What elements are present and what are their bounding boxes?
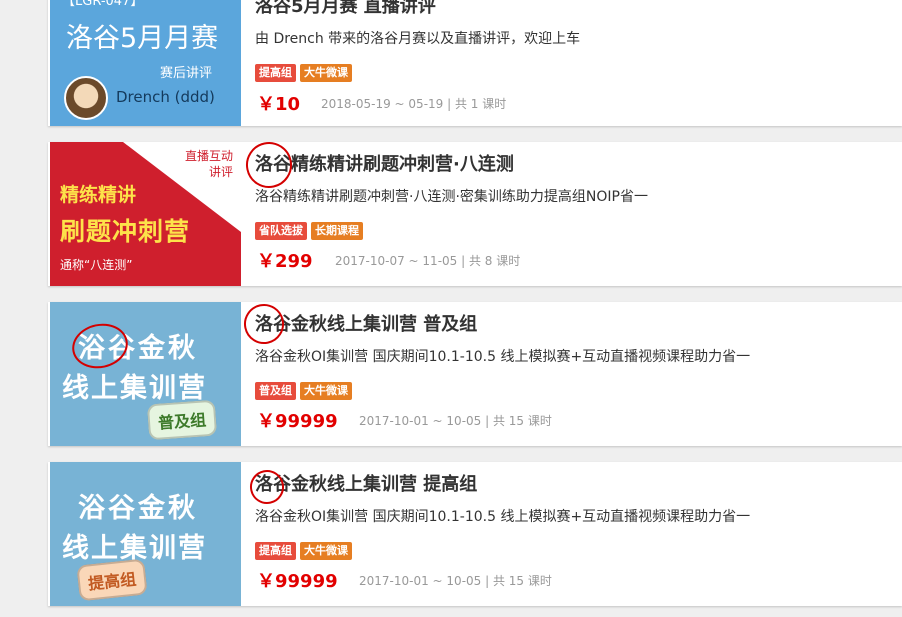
course-card[interactable]: 浴谷金秋 线上集训营 提高组 洛谷金秋线上集训营 提高组 洛谷金秋OI集训营 国… (48, 462, 902, 606)
tag[interactable]: 提高组 (255, 542, 296, 560)
course-description: 洛谷精练精讲刷题冲刺营·八连测·密集训练助力提高组NOIP省一 (255, 189, 648, 205)
tag[interactable]: 普及组 (255, 382, 296, 400)
course-price: ￥10 (257, 94, 301, 115)
course-description: 洛谷金秋OI集训营 国庆期间10.1-10.5 线上模拟赛+互动直播视频课程助力… (255, 349, 751, 365)
course-thumbnail[interactable]: 浴谷金秋 线上集训营 普及组 (50, 302, 241, 446)
thumbnail-line-3: 通称“八连测” (60, 258, 133, 272)
tag[interactable]: 长期课程 (311, 222, 363, 240)
course-info: 洛谷5月月赛 直播讲评 由 Drench 带来的洛谷月赛以及直播讲评，欢迎上车 … (255, 0, 902, 126)
thumbnail-subtitle: 赛后讲评 (160, 66, 213, 81)
course-thumbnail[interactable]: 浴谷金秋 线上集训营 提高组 (50, 462, 241, 606)
thumbnail-line-2: 刷题冲刺营 (60, 217, 191, 246)
course-title[interactable]: 洛谷精练精讲刷题冲刺营·八连测 (255, 150, 514, 176)
course-meta: 2018-05-19 ~ 05-19 | 共 1 课时 (321, 97, 507, 111)
course-title[interactable]: 洛谷5月月赛 直播讲评 (255, 0, 436, 18)
course-card[interactable]: 直播互动 讲评 精练精讲 刷题冲刺营 通称“八连测” 洛谷精练精讲刷题冲刺营·八… (48, 137, 902, 286)
avatar (64, 76, 108, 120)
thumbnail-line-1: 精练精讲 (60, 184, 137, 206)
thumbnail-line-2: 线上集训营 (62, 373, 207, 404)
tag-list: 普及组 大牛微课 (255, 382, 352, 400)
tag[interactable]: 大牛微课 (300, 64, 352, 82)
tag[interactable]: 省队选拔 (255, 222, 307, 240)
live-label: 讲评 (208, 165, 233, 179)
course-meta: 2017-10-01 ~ 10-05 | 共 15 课时 (359, 574, 552, 588)
contest-code: 【LGR-047】 (62, 0, 144, 9)
live-label: 直播互动 (184, 149, 233, 163)
course-price: ￥299 (257, 251, 313, 272)
course-title[interactable]: 洛谷金秋线上集训营 提高组 (255, 470, 477, 496)
course-price: ￥99999 (257, 411, 338, 432)
tag[interactable]: 大牛微课 (300, 382, 352, 400)
course-thumbnail[interactable]: 【LGR-047】 洛谷5月月赛 赛后讲评 Drench (ddd) (50, 0, 241, 126)
author-name: Drench (ddd) (116, 88, 215, 106)
thumbnail-title: 洛谷5月月赛 (66, 23, 219, 54)
course-thumbnail[interactable]: 直播互动 讲评 精练精讲 刷题冲刺营 通称“八连测” (50, 142, 241, 286)
course-price: ￥99999 (257, 571, 338, 592)
thumbnail-line-1: 浴谷金秋 (78, 493, 198, 524)
course-description: 由 Drench 带来的洛谷月赛以及直播讲评，欢迎上车 (255, 31, 581, 47)
course-title[interactable]: 洛谷金秋线上集训营 普及组 (255, 310, 477, 336)
course-description: 洛谷金秋OI集训营 国庆期间10.1-10.5 线上模拟赛+互动直播视频课程助力… (255, 509, 751, 525)
course-info: 洛谷金秋线上集训营 普及组 洛谷金秋OI集训营 国庆期间10.1-10.5 线上… (255, 302, 902, 446)
level-badge: 普及组 (146, 399, 218, 441)
level-badge: 提高组 (76, 558, 148, 602)
course-info: 洛谷金秋线上集训营 提高组 洛谷金秋OI集训营 国庆期间10.1-10.5 线上… (255, 462, 902, 606)
tag[interactable]: 提高组 (255, 64, 296, 82)
tag-list: 省队选拔 长期课程 (255, 222, 363, 240)
tag[interactable]: 大牛微课 (300, 542, 352, 560)
course-card[interactable]: 【LGR-047】 洛谷5月月赛 赛后讲评 Drench (ddd) 洛谷5月月… (48, 0, 902, 126)
course-info: 洛谷精练精讲刷题冲刺营·八连测 洛谷精练精讲刷题冲刺营·八连测·密集训练助力提高… (255, 142, 902, 286)
tag-list: 提高组 大牛微课 (255, 64, 352, 82)
live-badge: 直播互动 讲评 (153, 148, 233, 180)
course-meta: 2017-10-01 ~ 10-05 | 共 15 课时 (359, 414, 552, 428)
course-meta: 2017-10-07 ~ 11-05 | 共 8 课时 (335, 254, 521, 268)
tag-list: 提高组 大牛微课 (255, 542, 352, 560)
course-card[interactable]: 浴谷金秋 线上集训营 普及组 洛谷金秋线上集训营 普及组 洛谷金秋OI集训营 国… (48, 300, 902, 446)
